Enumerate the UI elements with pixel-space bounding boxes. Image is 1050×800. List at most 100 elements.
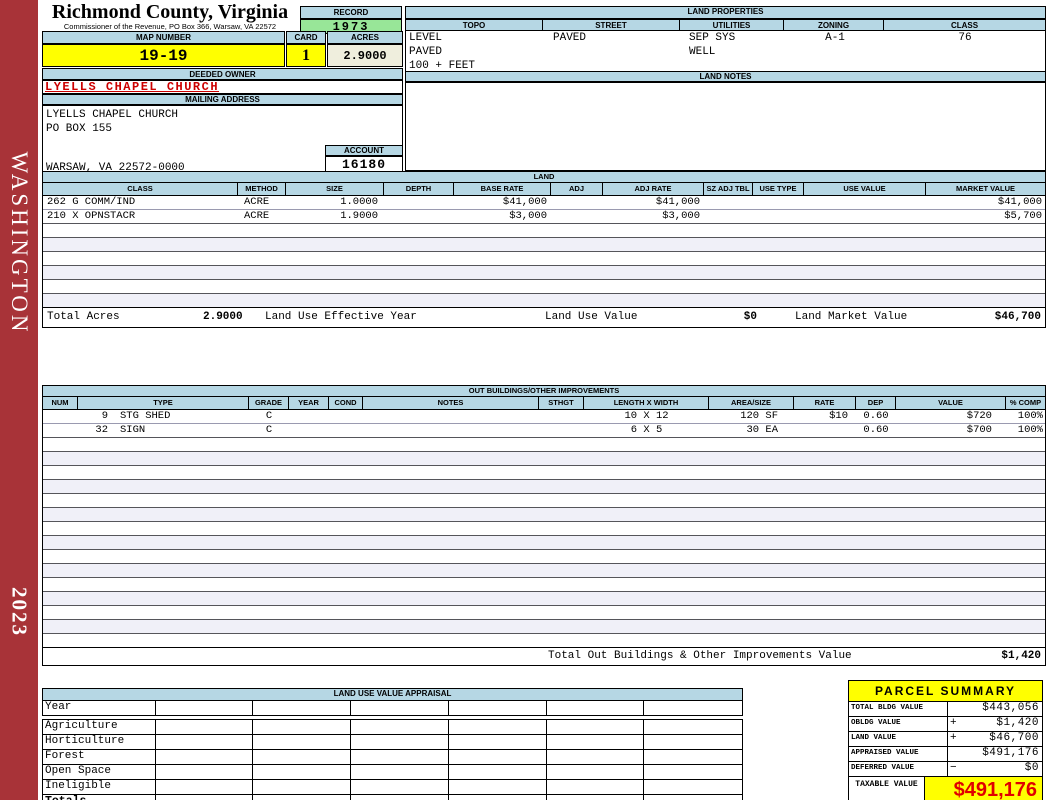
ob-cell-length-width: 10 X 12 bbox=[624, 410, 669, 422]
summary-label: TOTAL BLDG VALUE bbox=[849, 702, 948, 716]
ob-cell-length-width: 6 X 5 bbox=[630, 424, 663, 436]
ob-col-cond: COND bbox=[329, 397, 363, 409]
ob-col-notes: NOTES bbox=[363, 397, 539, 409]
ob-col-dep: DEP bbox=[856, 397, 896, 409]
county-header: Richmond County, Virginia Commissioner o… bbox=[44, 2, 296, 31]
land-use-appraisal-table: LAND USE VALUE APPRAISAL Year Agricultur… bbox=[42, 688, 743, 800]
mailing-line-2: PO BOX 155 bbox=[46, 123, 113, 135]
land-cell-sz-adj-tbl bbox=[704, 210, 753, 223]
land-col-depth: DEPTH bbox=[384, 183, 454, 195]
ob-col-value: VALUE bbox=[896, 397, 1006, 409]
summary-operator: + bbox=[950, 717, 958, 729]
land-col-sz-adj-tbl: SZ ADJ TBL bbox=[704, 183, 753, 195]
land-col-size: SIZE bbox=[286, 183, 384, 195]
ob-col-sthgt: STHGT bbox=[539, 397, 584, 409]
ob-cell-pct-comp: 100% bbox=[1017, 424, 1043, 436]
summary-value: $0 bbox=[1024, 762, 1039, 774]
column-header-street: STREET bbox=[543, 19, 680, 31]
ob-cell-cond bbox=[329, 410, 363, 423]
ob-cell-dep: 0.60 bbox=[863, 410, 889, 422]
land-cell-base-rate: $41,000 bbox=[502, 196, 547, 208]
appraisal-body-block: Agriculture Horticulture Forest Open Spa… bbox=[42, 719, 743, 800]
out-buildings-title: OUT BUILDINGS/OTHER IMPROVEMENTS bbox=[43, 386, 1045, 397]
summary-row-obldg: OBLDG VALUE + $1,420 bbox=[849, 717, 1042, 732]
land-cell-sz-adj-tbl bbox=[704, 196, 753, 209]
appraisal-row-horticulture: Horticulture bbox=[43, 734, 742, 749]
summary-row-taxable: TAXABLE VALUE $491,176 bbox=[849, 777, 1042, 800]
ob-col-length-width: LENGTH X WIDTH bbox=[584, 397, 709, 409]
summary-row-land: LAND VALUE + $46,700 bbox=[849, 732, 1042, 747]
total-acres-label: Total Acres bbox=[47, 311, 120, 323]
ob-cell-type: SIGN bbox=[120, 424, 146, 436]
ob-cell-cond bbox=[329, 424, 363, 437]
map-number-label: MAP NUMBER bbox=[42, 31, 285, 44]
mailing-line-1: LYELLS CHAPEL CHURCH bbox=[46, 109, 179, 121]
ob-col-num: NUM bbox=[43, 397, 78, 409]
ob-cell-num: 9 bbox=[101, 410, 108, 422]
land-empty-rows bbox=[43, 223, 1045, 307]
summary-row-total-bldg: TOTAL BLDG VALUE $443,056 bbox=[849, 702, 1042, 717]
column-header-topo: TOPO bbox=[405, 19, 543, 31]
land-cell-use-value bbox=[804, 196, 926, 209]
column-header-class: CLASS bbox=[884, 19, 1046, 31]
land-cell-base-rate: $3,000 bbox=[509, 210, 547, 222]
out-buildings-total-label: Total Out Buildings & Other Improvements… bbox=[548, 650, 852, 662]
land-use-value-label: Land Use Value bbox=[545, 311, 638, 323]
out-buildings-column-headers: NUM TYPE GRADE YEAR COND NOTES STHGT LEN… bbox=[43, 397, 1045, 410]
record-label: RECORD bbox=[300, 6, 402, 19]
map-number-value: 19-19 bbox=[42, 44, 285, 67]
deeded-owner-label: DEEDED OWNER bbox=[42, 68, 403, 80]
land-col-market-value: MARKET VALUE bbox=[955, 184, 1016, 193]
summary-value: $443,056 bbox=[982, 702, 1039, 714]
ob-cell-pct-comp: 100% bbox=[1017, 410, 1043, 422]
land-totals-row: Total Acres 2.9000 Land Use Effective Ye… bbox=[43, 307, 1045, 327]
land-cell-market-value: $41,000 bbox=[997, 196, 1042, 208]
appraisal-row-forest: Forest bbox=[43, 749, 742, 764]
ob-cell-num: 32 bbox=[95, 424, 108, 436]
land-cell-adj-rate: $41,000 bbox=[655, 196, 700, 208]
land-use-appraisal-title: LAND USE VALUE APPRAISAL bbox=[42, 688, 743, 701]
district-sidebar: WASHINGTON 2023 bbox=[0, 0, 38, 800]
land-market-value: $46,700 bbox=[994, 311, 1041, 323]
land-cell-use-value bbox=[804, 210, 926, 223]
out-buildings-total-value: $1,420 bbox=[1001, 650, 1041, 662]
zoning-value: A-1 bbox=[825, 32, 845, 44]
land-notes-label: LAND NOTES bbox=[405, 71, 1046, 82]
land-cell-size: 1.0000 bbox=[340, 196, 378, 208]
column-header-utilities: UTILITIES bbox=[680, 19, 784, 31]
ob-cell-notes bbox=[363, 410, 539, 423]
land-cell-adj-rate: $3,000 bbox=[662, 210, 700, 222]
ob-cell-area-size: 120 SF bbox=[740, 410, 778, 422]
out-building-row: 9 STG SHED C 10 X 12 120 SF $10 0.60 $72… bbox=[43, 410, 1045, 423]
appraisal-label: Ineligible bbox=[43, 780, 156, 794]
land-row: 210 X OPNSTACR ACRE 1.9000 $3,000 $3,000… bbox=[43, 209, 1045, 223]
property-record-card: WASHINGTON 2023 Richmond County, Virgini… bbox=[0, 0, 1050, 800]
ob-cell-value: $720 bbox=[966, 410, 992, 422]
ob-col-year: YEAR bbox=[289, 397, 329, 409]
land-cell-size: 1.9000 bbox=[340, 210, 378, 222]
land-cell-method: ACRE bbox=[244, 196, 270, 208]
ob-col-rate: RATE bbox=[794, 397, 856, 409]
ob-col-grade: GRADE bbox=[249, 397, 289, 409]
appraisal-label: Agriculture bbox=[43, 720, 156, 734]
summary-value: $1,420 bbox=[996, 717, 1039, 729]
land-properties-section: LAND PROPERTIES TOPO STREET UTILITIES ZO… bbox=[405, 6, 1046, 75]
land-col-base-rate: BASE RATE bbox=[454, 183, 551, 195]
ob-cell-rate bbox=[794, 424, 856, 437]
total-acres-value: 2.9000 bbox=[203, 311, 243, 323]
summary-operator: + bbox=[950, 732, 958, 744]
land-cell-depth bbox=[384, 210, 454, 223]
ob-cell-grade: C bbox=[265, 424, 273, 436]
land-col-adj-rate: ADJ RATE bbox=[603, 183, 704, 195]
land-row: 262 G COMM/IND ACRE 1.0000 $41,000 $41,0… bbox=[43, 196, 1045, 209]
land-notes-box bbox=[405, 82, 1046, 171]
topo-value: PAVED bbox=[409, 46, 443, 58]
utilities-value: WELL bbox=[689, 46, 716, 58]
county-subtitle: Commissioner of the Revenue, PO Box 366,… bbox=[63, 22, 277, 31]
account-label: ACCOUNT bbox=[325, 145, 403, 156]
appraisal-year-block: Year bbox=[42, 701, 743, 716]
land-cell-method: ACRE bbox=[244, 210, 270, 222]
appraisal-label: Horticulture bbox=[43, 735, 156, 749]
taxable-value-label: TAXABLE VALUE bbox=[849, 777, 925, 800]
ob-cell-year bbox=[289, 410, 329, 423]
